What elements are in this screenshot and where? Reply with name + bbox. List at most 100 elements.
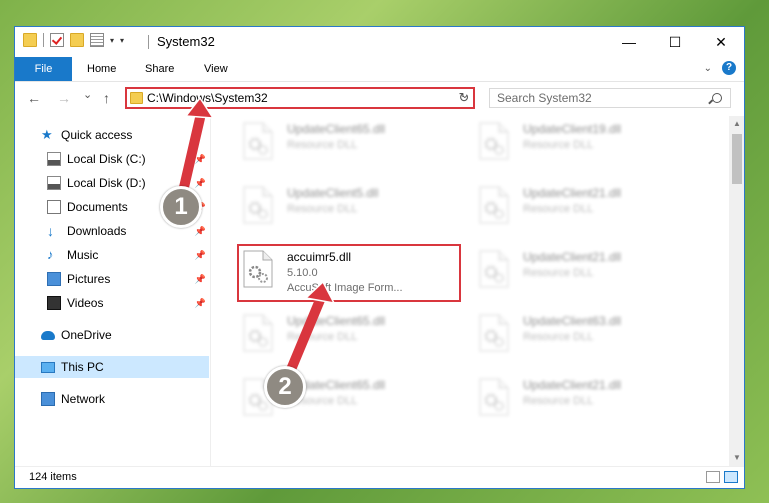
file-highlight-box	[237, 244, 461, 302]
navigation-pane: ★ Quick access Local Disk (C:) 📌 Local D…	[15, 116, 211, 466]
explorer-window: ▾ ▾ System32 — ☐ ✕ File Home Share View …	[14, 26, 745, 489]
recent-locations-button[interactable]: ⌄	[83, 88, 92, 101]
tab-view[interactable]: View	[204, 57, 228, 81]
address-path[interactable]: C:\Windows\System32	[147, 91, 268, 105]
music-icon: ♪	[47, 247, 54, 262]
star-icon: ★	[41, 127, 53, 142]
sidebar-item-pictures[interactable]: Pictures 📌	[47, 268, 211, 290]
dll-file-icon	[479, 314, 509, 352]
file-item[interactable]: UpdateClient5.dll Resource DLL	[237, 180, 459, 238]
search-placeholder: Search System32	[497, 91, 592, 105]
properties-check-icon[interactable]	[50, 33, 64, 47]
window-title: System32	[157, 34, 215, 49]
minimize-button[interactable]: —	[606, 27, 652, 57]
divider	[43, 33, 44, 47]
file-item[interactable]: UpdateClient21.dll Resource DLL	[473, 244, 695, 302]
sidebar-item-label: Documents	[67, 200, 128, 214]
dll-file-icon	[243, 186, 273, 224]
step-marker-1: 1	[160, 186, 202, 228]
ribbon-right: ⌄ ?	[704, 61, 736, 75]
folder-icon	[23, 33, 37, 47]
pin-icon[interactable]: 📌	[195, 148, 206, 170]
dll-file-icon	[243, 122, 273, 160]
dll-file-icon	[479, 250, 509, 288]
download-icon: ↓	[47, 223, 54, 239]
forward-button[interactable]: →	[57, 90, 71, 106]
file-item[interactable]: UpdateClient19.dll Resource DLL	[473, 116, 695, 174]
file-item[interactable]: UpdateClient63.dll Resource DLL	[473, 308, 695, 366]
tab-home[interactable]: Home	[87, 57, 116, 81]
dll-file-icon	[479, 378, 509, 416]
ribbon: File Home Share View ⌄ ?	[15, 57, 744, 82]
item-count: 124 items	[29, 471, 77, 483]
pin-icon[interactable]: 📌	[195, 292, 206, 314]
file-item[interactable]: UpdateClient65.dll Resource DLL	[237, 308, 459, 366]
back-button[interactable]: ←	[27, 90, 41, 106]
help-icon[interactable]: ?	[722, 61, 736, 75]
properties-icon[interactable]	[90, 33, 104, 47]
window-controls: — ☐ ✕	[606, 27, 744, 57]
sidebar-item-local-disk-c[interactable]: Local Disk (C:) 📌	[47, 148, 211, 170]
sidebar-item-onedrive[interactable]: OneDrive	[41, 324, 211, 346]
sidebar-item-label: Network	[61, 392, 106, 406]
cloud-icon	[41, 330, 55, 340]
scroll-up-icon[interactable]: ▲	[729, 116, 744, 132]
videos-icon	[47, 296, 61, 310]
up-button[interactable]: ↑	[103, 90, 110, 106]
maximize-button[interactable]: ☐	[652, 27, 698, 57]
file-item[interactable]: UpdateClient21.dll Resource DLL	[473, 372, 695, 430]
sidebar-item-label: This PC	[61, 360, 104, 374]
pin-icon[interactable]: 📌	[195, 268, 206, 290]
tab-share[interactable]: Share	[145, 57, 174, 81]
sidebar-item-music[interactable]: ♪ Music 📌	[47, 244, 211, 266]
computer-icon	[41, 361, 55, 373]
sidebar-item-label: Quick access	[61, 128, 133, 142]
sidebar-item-label: Pictures	[67, 272, 111, 286]
tab-file[interactable]: File	[15, 57, 72, 81]
pin-icon[interactable]: 📌	[195, 244, 206, 266]
chevron-down-icon[interactable]: ▾	[110, 36, 114, 45]
sidebar-item-this-pc[interactable]: This PC	[15, 356, 209, 378]
vertical-scrollbar[interactable]: ▲ ▼	[729, 116, 744, 466]
navigation-bar: ← → ⌄ ↑ C:\Windows\System32 ⌄ ↻ Search S…	[15, 82, 744, 116]
file-item[interactable]: UpdateClient65.dll Resource DLL	[237, 116, 459, 174]
sidebar-item-videos[interactable]: Videos 📌	[47, 292, 211, 314]
sidebar-item-label: Music	[67, 248, 99, 262]
new-folder-icon[interactable]	[70, 33, 84, 47]
scrollbar-thumb[interactable]	[732, 134, 742, 184]
expand-ribbon-icon[interactable]: ⌄	[704, 63, 712, 74]
sidebar-item-label: Downloads	[67, 224, 127, 238]
details-view-icon[interactable]	[706, 471, 720, 483]
title-bar: ▾ ▾ System32 — ☐ ✕	[15, 27, 744, 57]
step-marker-2: 2	[264, 366, 306, 408]
dll-file-icon	[479, 186, 509, 224]
sidebar-item-label: Local Disk (C:)	[67, 152, 146, 166]
sidebar-item-label: Local Disk (D:)	[67, 176, 146, 190]
tiles-view-icon[interactable]	[724, 471, 738, 483]
dll-file-icon	[243, 314, 273, 352]
pin-icon[interactable]: 📌	[195, 172, 206, 194]
address-bar[interactable]: C:\Windows\System32 ⌄	[125, 87, 475, 109]
pictures-icon	[47, 272, 61, 286]
disk-icon	[47, 152, 61, 166]
view-buttons	[706, 471, 738, 483]
document-icon	[47, 200, 61, 214]
quick-access-toolbar: ▾ ▾	[23, 33, 124, 47]
sidebar-item-label: OneDrive	[61, 328, 112, 342]
disk-icon	[47, 176, 61, 190]
sidebar-item-label: Videos	[67, 296, 104, 310]
divider	[148, 35, 149, 49]
sidebar-item-network[interactable]: Network	[41, 388, 211, 410]
pin-icon[interactable]: 📌	[195, 220, 206, 242]
sidebar-item-quick-access[interactable]: ★ Quick access	[41, 124, 211, 146]
refresh-button[interactable]: ↻	[454, 88, 474, 108]
customize-toolbar-icon[interactable]: ▾	[120, 36, 124, 45]
file-item[interactable]: UpdateClient21.dll Resource DLL	[473, 180, 695, 238]
status-bar: 124 items	[15, 466, 744, 488]
search-input[interactable]: Search System32	[489, 88, 731, 108]
folder-icon	[130, 92, 143, 104]
close-button[interactable]: ✕	[698, 27, 744, 57]
scroll-down-icon[interactable]: ▼	[729, 450, 744, 466]
dll-file-icon	[479, 122, 509, 160]
network-icon	[41, 392, 55, 406]
